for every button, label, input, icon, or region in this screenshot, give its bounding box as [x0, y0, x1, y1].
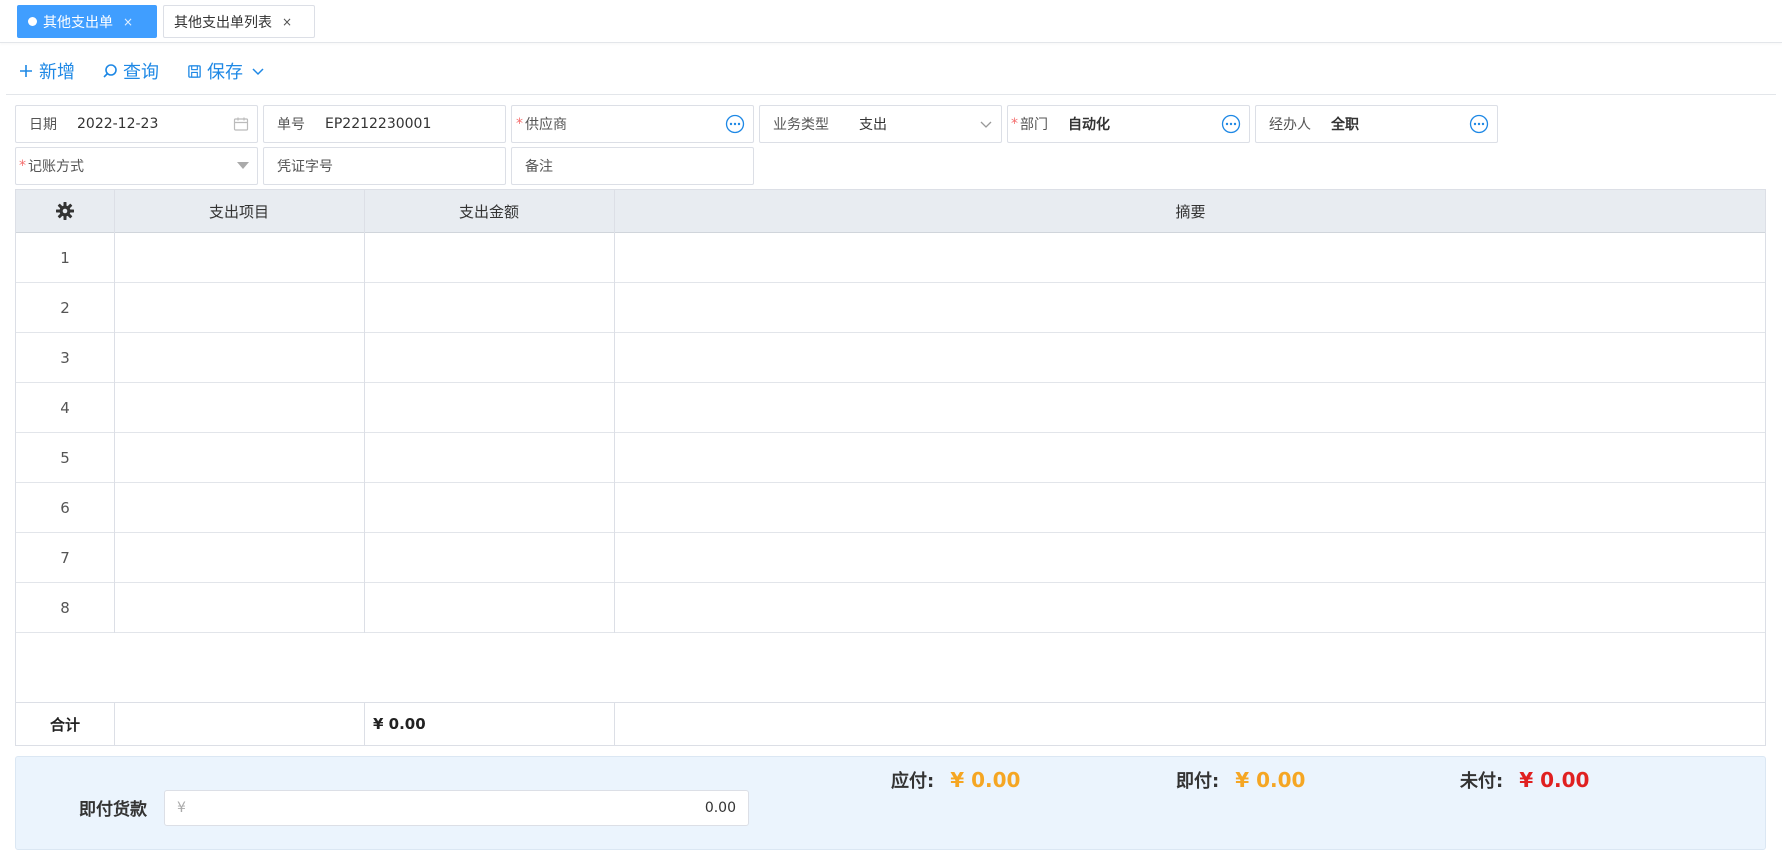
query-button[interactable]: 查询 [102, 58, 159, 84]
immediate-payment-label: 即付货款 [79, 800, 147, 820]
tab-other-expense-list[interactable]: 其他支出单列表 × [163, 5, 315, 38]
paid-summary: 即付: ¥ 0.00 [1176, 767, 1305, 793]
date-value[interactable]: 2022-12-23 [77, 116, 158, 132]
table-row[interactable]: 4 [16, 383, 1765, 433]
table-row[interactable]: 7 [16, 533, 1765, 583]
row-number: 3 [60, 348, 70, 367]
expense-table: 支出项目 支出金额 摘要 1 2 3 4 5 6 7 8 合计 ¥ 0.00 [15, 189, 1766, 746]
voucher-number-input[interactable]: 凭证字号 [263, 147, 506, 185]
total-amount: ¥ 0.00 [373, 715, 426, 733]
column-header-summary: 摘要 [1175, 202, 1206, 221]
plus-icon [20, 65, 32, 77]
toolbar-divider [6, 94, 1776, 95]
payment-panel: 即付货款 ¥ 0.00 应付: ¥ 0.00 即付: ¥ 0.00 未付: ¥ … [15, 756, 1766, 850]
paid-value: ¥ 0.00 [1235, 768, 1306, 792]
required-mark: * [1011, 116, 1018, 132]
column-header-expense-item: 支出项目 [208, 202, 269, 221]
payable-summary: 应付: ¥ 0.00 [891, 767, 1020, 793]
column-divider [364, 703, 365, 745]
table-row[interactable]: 6 [16, 483, 1765, 533]
currency-symbol: ¥ [177, 800, 186, 816]
row-number: 2 [60, 298, 70, 317]
table-row[interactable]: 3 [16, 333, 1765, 383]
column-divider [614, 190, 615, 633]
add-button-label: 新增 [39, 62, 75, 83]
immediate-payment-input[interactable]: ¥ 0.00 [164, 790, 749, 826]
caret-down-icon[interactable] [237, 162, 249, 170]
voucher-number-label: 凭证字号 [277, 159, 333, 175]
floppy-disk-icon [188, 64, 201, 78]
chevron-down-icon[interactable] [251, 64, 265, 78]
tab-bar: 其他支出单 × 其他支出单列表 × [0, 0, 1782, 43]
date-field[interactable]: 日期 2022-12-23 [15, 105, 258, 143]
business-type-select[interactable]: 业务类型 支出 [759, 105, 1002, 143]
unpaid-value: ¥ 0.00 [1519, 768, 1590, 792]
account-method-select[interactable]: * 记账方式 [15, 147, 258, 185]
save-button-label: 保存 [207, 62, 243, 83]
row-number: 6 [60, 498, 70, 517]
department-value: 自动化 [1068, 117, 1110, 133]
supplier-label: 供应商 [525, 117, 567, 133]
close-icon[interactable]: × [282, 15, 292, 29]
account-method-label: 记账方式 [28, 159, 84, 175]
unpaid-label: 未付: [1460, 771, 1504, 792]
handler-label: 经办人 [1269, 117, 1311, 133]
table-row[interactable]: 2 [16, 283, 1765, 333]
table-footer-total: 合计 ¥ 0.00 [16, 702, 1765, 745]
gear-icon[interactable] [55, 201, 75, 221]
department-field[interactable]: * 部门 自动化 [1007, 105, 1250, 143]
close-icon[interactable]: × [123, 15, 133, 29]
chevron-down-icon[interactable] [979, 117, 993, 131]
supplier-field[interactable]: * 供应商 [511, 105, 754, 143]
immediate-payment-amount: 0.00 [704, 800, 736, 816]
row-number: 1 [60, 248, 70, 267]
search-icon [103, 64, 117, 78]
column-settings[interactable] [16, 190, 114, 232]
row-number: 5 [60, 448, 70, 467]
number-label: 单号 [277, 117, 305, 133]
column-divider [114, 190, 115, 633]
paid-label: 即付: [1176, 771, 1220, 792]
total-label: 合计 [49, 715, 80, 734]
number-field[interactable]: 单号 EP2212230001 [263, 105, 506, 143]
business-type-label: 业务类型 [773, 117, 829, 133]
business-type-value: 支出 [859, 117, 887, 133]
department-label: 部门 [1020, 117, 1048, 133]
payable-label: 应付: [891, 771, 935, 792]
unpaid-summary: 未付: ¥ 0.00 [1460, 767, 1589, 793]
more-options-icon[interactable] [1469, 114, 1489, 134]
row-number: 7 [60, 548, 70, 567]
required-mark: * [19, 158, 26, 174]
required-mark: * [516, 116, 523, 132]
more-options-icon[interactable] [725, 114, 745, 134]
table-header: 支出项目 支出金额 摘要 [16, 190, 1765, 233]
column-header-expense-amount: 支出金额 [458, 202, 519, 221]
more-options-icon[interactable] [1221, 114, 1241, 134]
payable-value: ¥ 0.00 [950, 768, 1021, 792]
handler-field[interactable]: 经办人 全职 [1255, 105, 1498, 143]
tab-label: 其他支出单列表 [174, 14, 272, 31]
column-divider [614, 703, 615, 745]
number-value[interactable]: EP2212230001 [325, 116, 431, 132]
toolbar: 新增 查询 保存 [0, 44, 1782, 95]
row-number: 8 [60, 598, 70, 617]
calendar-icon[interactable] [233, 116, 249, 132]
remark-input[interactable]: 备注 [511, 147, 754, 185]
table-row[interactable]: 8 [16, 583, 1765, 633]
column-divider [114, 703, 115, 745]
table-row[interactable]: 5 [16, 433, 1765, 483]
save-button[interactable]: 保存 [187, 58, 270, 84]
column-divider [364, 190, 365, 633]
add-button[interactable]: 新增 [18, 58, 75, 84]
active-dot-icon [28, 17, 37, 26]
date-label: 日期 [29, 117, 57, 133]
tab-label: 其他支出单 [43, 14, 113, 31]
tab-other-expense[interactable]: 其他支出单 × [17, 5, 157, 38]
remark-label: 备注 [525, 159, 553, 175]
query-button-label: 查询 [123, 62, 159, 83]
table-row[interactable]: 1 [16, 233, 1765, 283]
handler-value: 全职 [1331, 117, 1359, 133]
row-number: 4 [60, 398, 70, 417]
